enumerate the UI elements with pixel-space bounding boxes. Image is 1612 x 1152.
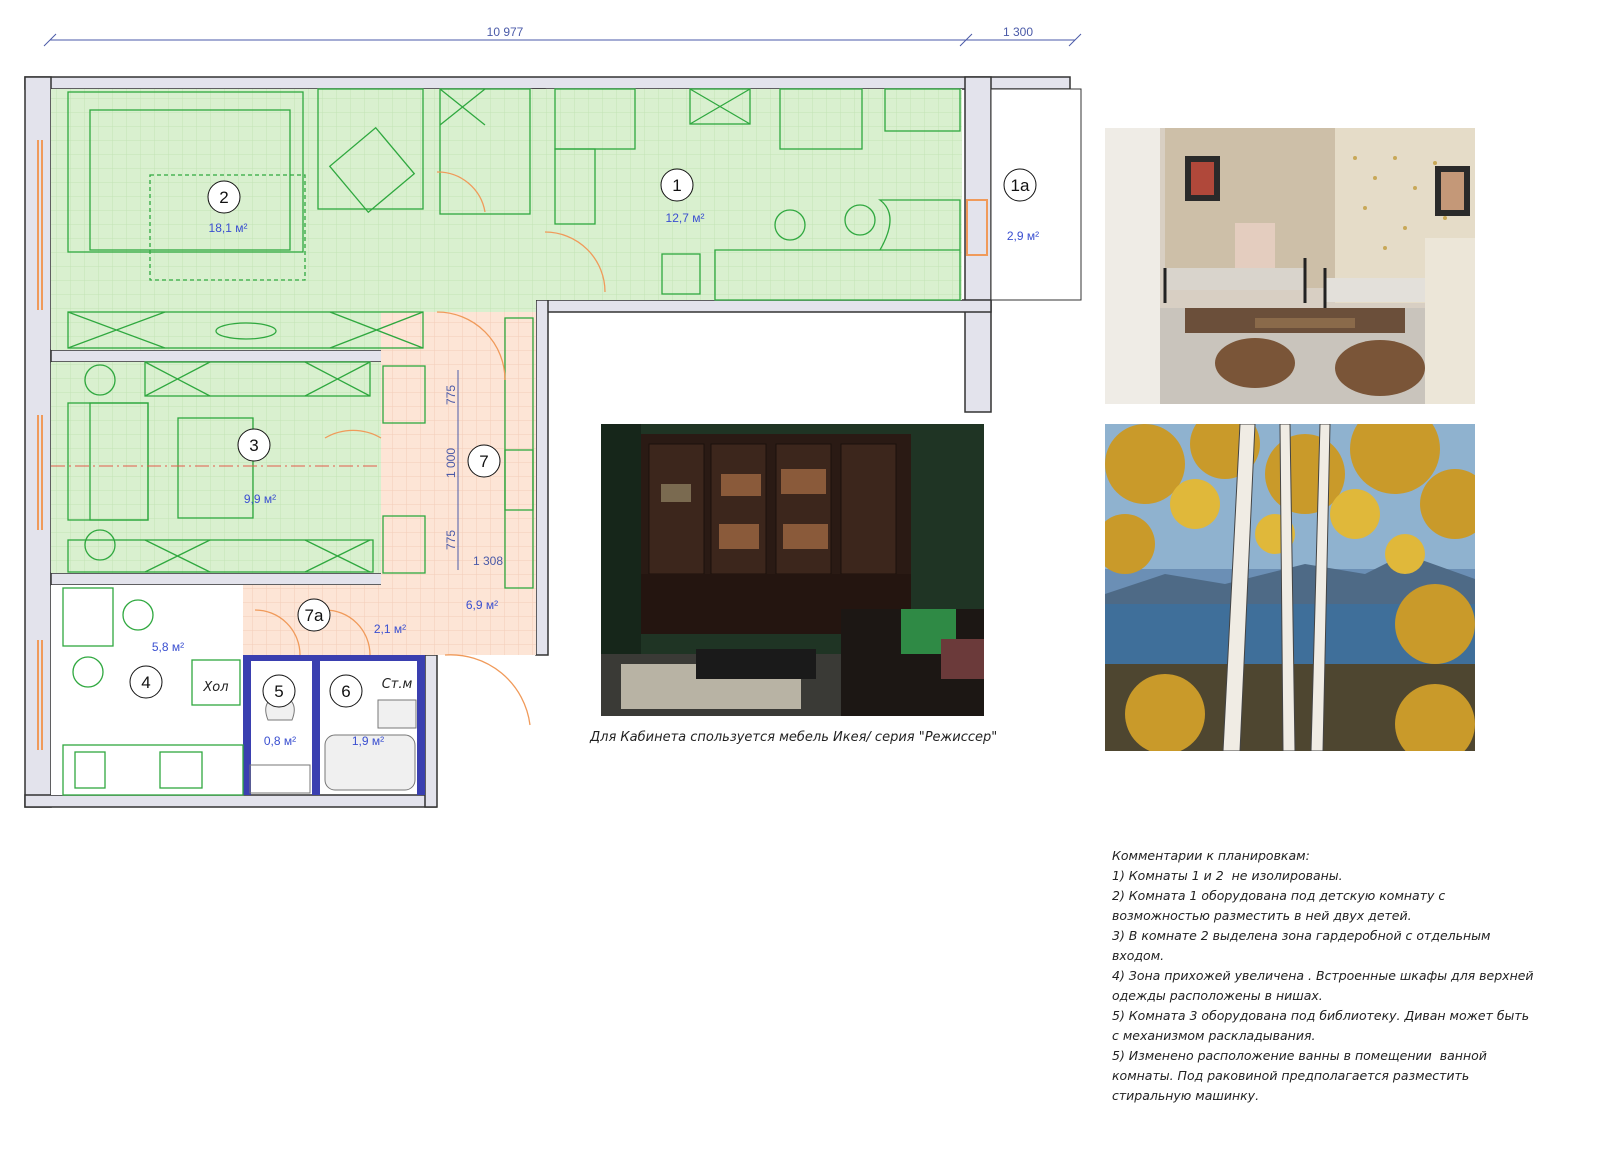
- room-7-area: 6,9 м²: [466, 598, 498, 612]
- room-1a-area: 2,9 м²: [1007, 229, 1039, 243]
- comment-line: одежды расположены в нишах.: [1112, 988, 1323, 1003]
- room-7a-number: 7а: [305, 606, 324, 625]
- room-3-number: 3: [249, 436, 258, 455]
- room-5-number: 5: [274, 682, 283, 701]
- room-1a-number: 1а: [1011, 176, 1030, 195]
- comments-title: Комментарии к планировкам:: [1112, 848, 1310, 863]
- room-3-floor: [51, 362, 381, 573]
- room-7a-area: 2,1 м²: [374, 622, 406, 636]
- room-4-number: 4: [141, 673, 150, 692]
- comment-line: входом.: [1112, 948, 1165, 963]
- balcony-floor: [990, 88, 1082, 301]
- room-2-area: 18,1 м²: [209, 221, 248, 235]
- library-photo: [601, 424, 984, 716]
- room-2-floor: [51, 89, 536, 350]
- room-4-area: 5,8 м²: [152, 640, 184, 654]
- furniture-caption: Для Кабинета спользуется мебель Икея/ се…: [590, 730, 998, 745]
- room-1-area: 12,7 м²: [666, 211, 705, 225]
- comment-line: 5) Комната 3 оборудована под библиотеку.…: [1112, 1008, 1530, 1023]
- fridge-label: Хол: [202, 680, 228, 695]
- room-5-area: 0,8 м²: [264, 734, 296, 748]
- washer-label: Ст.м: [382, 677, 413, 692]
- dim-hall-lower: 775: [444, 530, 458, 550]
- room-1-number: 1: [672, 176, 681, 195]
- dim-balcony-width: 1 300: [1003, 25, 1033, 39]
- birch-landscape-photo: [1105, 424, 1475, 751]
- comment-line: стиральную машинку.: [1112, 1088, 1260, 1103]
- dimension-line: [43, 33, 1082, 47]
- room-7-number: 7: [479, 452, 488, 471]
- dim-hall-upper: 775: [444, 385, 458, 405]
- comment-line: комнаты. Под раковиной предполагается ра…: [1112, 1068, 1470, 1083]
- planning-comments: Комментарии к планировкам: 1) Комнаты 1 …: [1112, 846, 1572, 1106]
- room-3-area: 9,9 м²: [244, 492, 276, 506]
- kids-room-photo: [1105, 128, 1475, 404]
- comment-line: 4) Зона прихожей увеличена . Встроенные …: [1112, 968, 1534, 983]
- dim-hall-middle: 1 000: [444, 448, 458, 478]
- dim-total-width: 10 977: [487, 25, 524, 39]
- room-7a-floor: [243, 585, 425, 655]
- room-6-area: 1,9 м²: [352, 734, 384, 748]
- comment-line: возможностью разместить в ней двух детей…: [1112, 908, 1412, 923]
- washbasin: [377, 699, 417, 729]
- comment-line: 2) Комната 1 оборудована под детскую ком…: [1112, 888, 1446, 903]
- dim-hall-width: 1 308: [473, 554, 503, 568]
- comment-line: 1) Комнаты 1 и 2 не изолированы.: [1112, 868, 1343, 883]
- room-6-number: 6: [341, 682, 350, 701]
- room-2-number: 2: [219, 188, 228, 207]
- comment-line: 3) В комнате 2 выделена зона гардеробной…: [1112, 928, 1491, 943]
- comment-line: 5) Изменено расположение ванны в помещен…: [1112, 1048, 1487, 1063]
- comment-line: с механизмом раскладывания.: [1112, 1028, 1316, 1043]
